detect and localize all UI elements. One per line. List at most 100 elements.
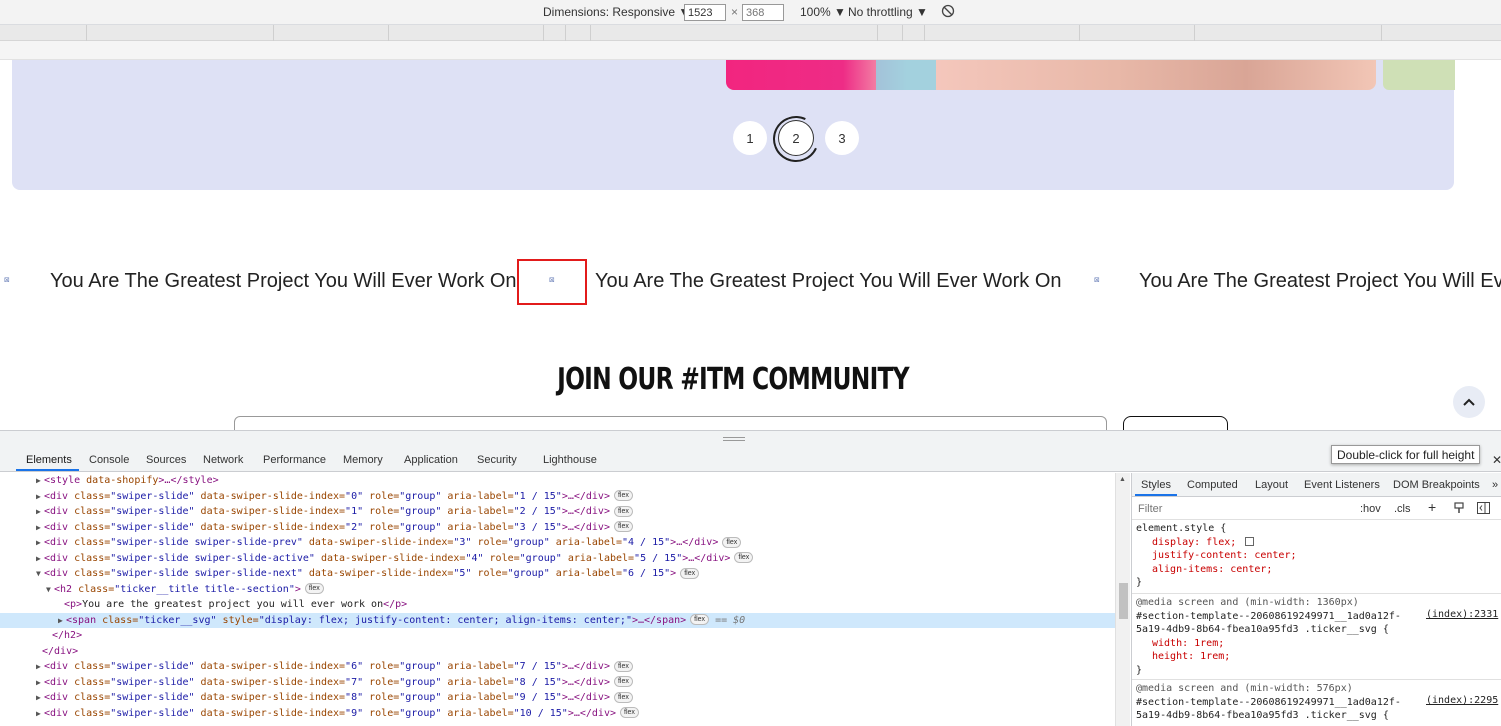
slide-image-next [1383, 60, 1455, 90]
scroll-up-arrow-icon[interactable]: ▲ [1119, 476, 1126, 483]
attribute-value: "3 / 15" [513, 521, 562, 533]
css-property[interactable]: justify-content: center; [1136, 549, 1297, 563]
expand-toggle-icon[interactable]: ▶ [58, 613, 66, 628]
zoom-dropdown[interactable]: 100% ▼ [800, 5, 846, 19]
flex-badge[interactable]: flex [613, 490, 633, 501]
attribute-name: data-swiper-slide-index= [194, 692, 346, 703]
email-input[interactable] [234, 416, 1107, 430]
expand-toggle-icon[interactable]: ▶ [36, 504, 44, 519]
flex-badge[interactable]: flex [722, 536, 742, 548]
dom-node-row[interactable]: ▶ <div class="swiper-slide swiper-slide-a… [0, 551, 1115, 567]
dom-node-row[interactable]: ▶ <div class="swiper-slide" data-swiper-s… [0, 489, 1115, 505]
css-property[interactable]: align-items: center; [1136, 563, 1297, 577]
rule-source-link[interactable]: (index):2331 [1426, 609, 1498, 620]
dom-node-row[interactable]: ▼ <div class="swiper-slide swiper-slide-n… [0, 566, 1115, 582]
tab-lighthouse[interactable]: Lighthouse [543, 454, 597, 466]
tab-layout[interactable]: Layout [1255, 479, 1288, 491]
flex-editor-icon[interactable] [1245, 537, 1255, 546]
devtools-resizer[interactable] [0, 430, 1501, 448]
expand-toggle-icon[interactable]: ▶ [36, 520, 44, 535]
media-query-ruler[interactable] [0, 25, 1501, 41]
rule-selector: #section-template--20608619249971__1ad0a… [1136, 696, 1401, 708]
scrollbar-thumb[interactable] [1119, 583, 1128, 619]
styles-filter-input[interactable] [1135, 500, 1351, 517]
width-input[interactable] [684, 4, 726, 21]
scroll-to-top-button[interactable] [1453, 386, 1485, 418]
cls-toggle[interactable]: .cls [1394, 503, 1411, 515]
expand-toggle-icon[interactable]: ▶ [36, 489, 44, 504]
attribute-value: "swiper-slide" [110, 521, 195, 533]
flex-badge[interactable]: flex [680, 567, 700, 579]
dom-scrollbar[interactable]: ▲ [1115, 473, 1130, 726]
dom-node-row[interactable]: </div> [0, 644, 1115, 660]
tab-dom-breakpoints[interactable]: DOM Breakpoints [1393, 479, 1480, 491]
attribute-name: aria-label= [441, 676, 514, 688]
css-property[interactable]: display: flex; [1152, 537, 1236, 548]
dom-node-row[interactable]: <p>You are the greatest project you will… [0, 597, 1115, 613]
flex-badge[interactable]: flex [620, 707, 639, 718]
rule-source-link[interactable]: (index):2295 [1426, 695, 1498, 706]
expand-toggle-icon[interactable]: ▶ [36, 659, 44, 674]
expand-toggle-icon[interactable]: ▶ [36, 690, 44, 705]
expand-toggle-icon[interactable]: ▶ [36, 675, 44, 690]
flex-badge[interactable]: flex [304, 583, 324, 594]
flex-badge[interactable]: flex [613, 660, 633, 672]
rotate-icon[interactable] [941, 4, 955, 21]
tab-elements[interactable]: Elements [26, 454, 72, 466]
dom-node-row[interactable]: </h2> [0, 628, 1115, 644]
dimensions-dropdown[interactable]: Dimensions: Responsive ▼ [543, 5, 690, 19]
expand-toggle-icon[interactable]: ▶ [36, 473, 44, 488]
expand-toggle-icon[interactable]: ▶ [36, 706, 44, 721]
expand-toggle-icon[interactable]: ▼ [36, 566, 44, 581]
rule-selector: #section-template--20608619249971__1ad0a… [1136, 610, 1401, 622]
tab-application[interactable]: Application [404, 454, 458, 466]
flex-badge[interactable]: flex [734, 552, 754, 563]
tab-network[interactable]: Network [203, 454, 243, 466]
css-property[interactable]: height: 1rem; [1136, 650, 1401, 664]
pagination-button-3[interactable]: 3 [825, 121, 859, 155]
flex-badge[interactable]: flex [613, 521, 633, 532]
tab-console[interactable]: Console [89, 454, 129, 466]
throttling-dropdown[interactable]: No throttling ▼ [848, 5, 928, 19]
ticker-icon: ⊠ [4, 277, 10, 284]
height-input[interactable] [742, 4, 784, 21]
more-tabs-icon[interactable]: » [1492, 479, 1498, 491]
flex-badge[interactable]: flex [690, 614, 710, 625]
tab-event-listeners[interactable]: Event Listeners [1304, 479, 1380, 491]
dom-node-row[interactable]: ▶ <div class="swiper-slide" data-swiper-s… [0, 659, 1115, 675]
subscribe-button[interactable] [1123, 416, 1228, 430]
attribute-name: style= [216, 614, 259, 626]
attribute-name: class= [74, 521, 111, 533]
tab-memory[interactable]: Memory [343, 454, 383, 466]
tab-styles[interactable]: Styles [1141, 479, 1171, 491]
dom-node-row[interactable]: ▶ <style data-shopify>…</style> [0, 473, 1115, 489]
hov-toggle[interactable]: :hov [1360, 503, 1381, 515]
attribute-value: "3" [453, 537, 472, 548]
expand-toggle-icon[interactable]: ▼ [46, 582, 54, 597]
dom-node-row[interactable]: ▼ <h2 class="ticker__title title--section… [0, 582, 1115, 598]
css-property[interactable]: width: 1rem; [1136, 637, 1401, 651]
tab-security[interactable]: Security [477, 454, 517, 466]
flex-badge[interactable]: flex [613, 691, 633, 703]
dom-node-row[interactable]: ▶ <div class="swiper-slide" data-swiper-s… [0, 504, 1115, 520]
new-rule-icon[interactable]: + [1428, 499, 1436, 515]
flex-badge[interactable]: flex [613, 676, 633, 687]
flex-badge[interactable]: flex [613, 505, 633, 517]
sidebar-toggle-icon[interactable] [1477, 502, 1490, 517]
close-icon[interactable]: ✕ [1492, 453, 1501, 467]
pagination-button-2[interactable]: 2 [779, 121, 813, 155]
tab-sources[interactable]: Sources [146, 454, 186, 466]
dom-node-row[interactable]: ▶ <div class="swiper-slide" data-swiper-s… [0, 690, 1115, 706]
paint-icon[interactable] [1453, 502, 1465, 517]
dom-node-row[interactable]: ▶ <div class="swiper-slide" data-swiper-s… [0, 675, 1115, 691]
expand-toggle-icon[interactable]: ▶ [36, 551, 44, 566]
tab-performance[interactable]: Performance [263, 454, 326, 466]
dom-node-row[interactable]: ▶ <div class="swiper-slide" data-swiper-s… [0, 706, 1115, 722]
attribute-value: "group" [507, 537, 550, 548]
expand-toggle-icon[interactable]: ▶ [36, 535, 44, 550]
tab-computed[interactable]: Computed [1187, 479, 1238, 491]
pagination-button-1[interactable]: 1 [733, 121, 767, 155]
dom-node-row[interactable]: ▶ <span class="ticker__svg" style="displa… [0, 612, 1115, 628]
dom-node-row[interactable]: ▶ <div class="swiper-slide" data-swiper-s… [0, 520, 1115, 536]
dom-node-row[interactable]: ▶ <div class="swiper-slide swiper-slide-p… [0, 535, 1115, 551]
